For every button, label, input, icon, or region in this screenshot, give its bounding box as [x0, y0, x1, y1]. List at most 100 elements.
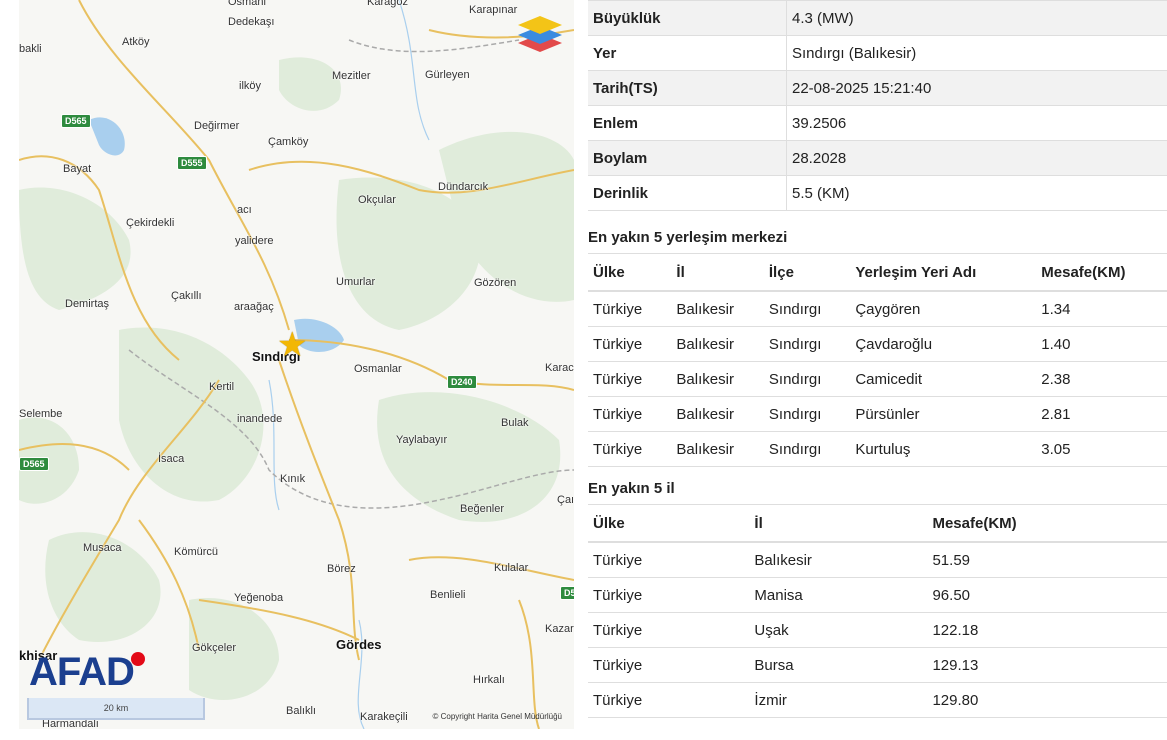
column-header: Mesafe(KM) [1036, 253, 1167, 292]
info-row: Enlem 39.2506 [588, 105, 1167, 141]
map-label: Demirtaş [65, 298, 110, 310]
table-row: Türkiye Bursa 129.13 [588, 647, 1167, 683]
map-label: inandede [237, 413, 283, 425]
map-label: Kömürcü [174, 546, 219, 558]
nearest-settlements-table: Ülke İl İlçe Yerleşim Yeri Adı Mesafe(KM) Tü… [588, 253, 1167, 467]
table-cell: Manisa [749, 577, 928, 613]
nearest-provinces-table: Ülke İl Mesafe(KM) Türkiye Balıkesir 51.59 Tü… [588, 504, 1167, 718]
map-label: bakli [19, 43, 42, 55]
info-row: Derinlik 5.5 (KM) [588, 175, 1167, 211]
table-cell: 2.81 [1036, 396, 1167, 432]
map-label: Atköy [122, 36, 150, 48]
column-header: Yerleşim Yeri Adı [850, 253, 1037, 292]
table-row: Türkiye Uşak 122.18 [588, 612, 1167, 648]
info-value: 4.3 (MW) [786, 0, 1167, 36]
table-cell: Balıkesir [749, 542, 928, 578]
map-label: Gözören [474, 277, 517, 289]
table-cell: Türkiye [588, 577, 750, 613]
map-label: ilköy [239, 80, 262, 92]
map-label: Değirmer [194, 120, 240, 132]
table-cell: Türkiye [588, 682, 750, 718]
column-header: İl [749, 504, 928, 543]
map-label: Musaca [83, 542, 122, 554]
table-cell: Balıkesir [671, 396, 764, 432]
table-cell: 129.13 [927, 647, 1167, 683]
nearest-settlements-title: En yakın 5 yerleşim merkezi [588, 229, 788, 246]
table-cell: İzmir [749, 682, 928, 718]
table-cell: Sındırgı [763, 431, 851, 467]
table-cell: Balıkesir [671, 291, 764, 327]
map[interactable]: Osmanl Dedekaşı Karagöz Karapınar bakli … [19, 0, 574, 729]
table-cell: Bursa [749, 647, 928, 683]
info-label: Büyüklük [588, 0, 787, 36]
table-cell: 96.50 [927, 577, 1167, 613]
epicenter-star-icon[interactable]: ★ [277, 328, 307, 362]
table-cell: 122.18 [927, 612, 1167, 648]
map-label: Çakıllı [171, 290, 202, 302]
table-cell: 2.38 [1036, 361, 1167, 397]
earthquake-info-table: Büyüklük 4.3 (MW) Yer Sındırgı (Balıkesir) T… [588, 0, 1167, 211]
info-value: Sındırgı (Balıkesir) [786, 35, 1167, 71]
info-label: Boylam [588, 140, 787, 176]
map-label: Umurlar [336, 276, 376, 288]
table-cell: Sındırgı [763, 396, 851, 432]
map-label: Benlieli [430, 589, 466, 601]
map-label: Dündarcık [438, 181, 489, 193]
table-cell: Türkiye [588, 647, 750, 683]
column-header: Mesafe(KM) [927, 504, 1167, 543]
nearest-provinces-title: En yakın 5 il [588, 480, 675, 497]
map-label: Mezitler [332, 70, 371, 82]
map-label: Osmanl [228, 0, 266, 8]
table-row: Türkiye Balıkesir 51.59 [588, 542, 1167, 578]
table-cell: Pürsünler [850, 396, 1037, 432]
column-header: Ülke [588, 253, 672, 292]
info-label: Derinlik [588, 175, 787, 211]
map-label: yalidere [235, 235, 274, 247]
table-cell: Türkiye [588, 361, 672, 397]
map-label: Okçular [358, 194, 396, 206]
map-label: Karakeçili [360, 711, 408, 723]
table-cell: 1.40 [1036, 326, 1167, 362]
table-cell: Türkiye [588, 612, 750, 648]
table-cell: Türkiye [588, 291, 672, 327]
map-label: Balıklı [286, 705, 316, 717]
table-cell: Uşak [749, 612, 928, 648]
map-label: Çekirdekli [126, 217, 175, 229]
info-row: Yer Sındırgı (Balıkesir) [588, 35, 1167, 71]
layers-icon[interactable] [516, 12, 564, 56]
info-row: Tarih(TS) 22-08-2025 15:21:40 [588, 70, 1167, 106]
table-cell: 1.34 [1036, 291, 1167, 327]
info-label: Yer [588, 35, 787, 71]
map-label: acı [237, 204, 252, 216]
map-label: İsaca [158, 453, 185, 465]
map-label: Bayat [63, 163, 92, 175]
map-label: Kazar [545, 623, 574, 635]
map-label: Çamköy [268, 136, 309, 148]
info-value: 39.2506 [786, 105, 1167, 141]
table-row: Türkiye Balıkesir Sındırgı Pürsünler 2.81 [588, 396, 1167, 432]
table-row: Türkiye İzmir 129.80 [588, 682, 1167, 718]
map-label: Hırkalı [473, 674, 505, 686]
table-cell: Sındırgı [763, 326, 851, 362]
map-label: Yaylabayır [396, 434, 448, 446]
flag-icon [131, 652, 145, 666]
road-shield: D565 [61, 114, 91, 128]
info-value: 28.2028 [786, 140, 1167, 176]
map-label: Gürleyen [425, 69, 470, 81]
afad-logo: AFAD [29, 650, 135, 694]
table-cell: Türkiye [588, 326, 672, 362]
road-shield: D565 [19, 457, 49, 471]
map-label: Kınık [280, 473, 306, 485]
column-header: Ülke [588, 504, 750, 543]
map-label: Dedekaşı [228, 16, 275, 28]
map-label: Bulak [501, 417, 529, 429]
map-label-gordes: Gördes [336, 637, 382, 652]
table-cell: Kurtuluş [850, 431, 1037, 467]
table-cell: Türkiye [588, 396, 672, 432]
table-cell: Çavdaroğlu [850, 326, 1037, 362]
map-label: Kertil [209, 381, 235, 393]
table-row: Türkiye Manisa 96.50 [588, 577, 1167, 613]
table-cell: Camicedit [850, 361, 1037, 397]
map-label: Gökçeler [192, 642, 237, 654]
info-label: Tarih(TS) [588, 70, 787, 106]
